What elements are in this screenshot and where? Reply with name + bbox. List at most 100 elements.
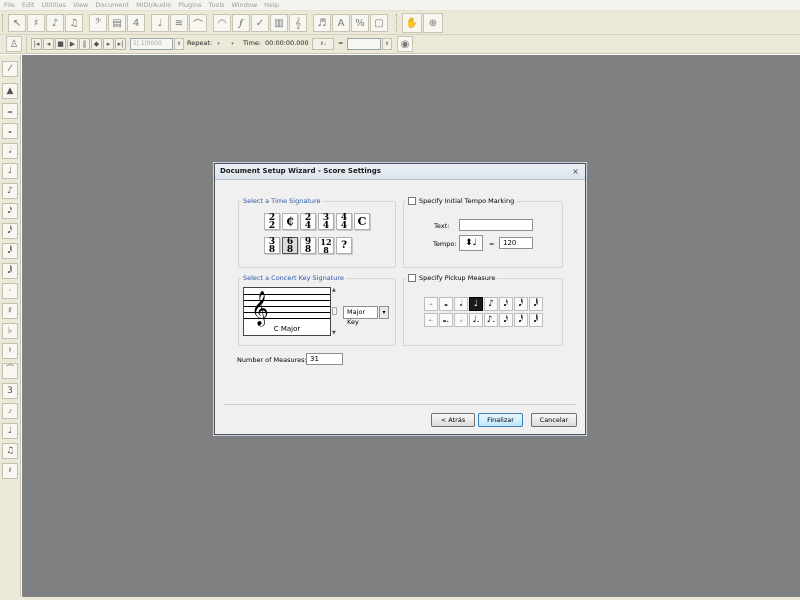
hand-grabber-icon[interactable]: ✋ [402, 13, 422, 33]
selection-tool-icon[interactable]: ↖ [8, 14, 26, 32]
time-signature-6-8[interactable]: 68 [282, 237, 298, 254]
record-icon[interactable]: ◆ [91, 38, 102, 50]
half-note-icon[interactable]: 𝅗𝅥 [2, 143, 18, 159]
font-tool-icon[interactable]: A [332, 14, 350, 32]
expression-tool-icon[interactable]: 𝆑 [232, 14, 250, 32]
back-button[interactable]: < Atrás [431, 413, 475, 427]
page-layout-icon[interactable]: ▢ [370, 14, 388, 32]
whole-note-icon[interactable]: 𝅝 [2, 123, 18, 139]
tempo-beat-unit-icon[interactable]: ⬍♩ [459, 235, 483, 251]
toolbar-grip[interactable] [396, 14, 399, 32]
pickup-sixty-fourth-icon[interactable]: 𝅘𝅥𝅱 [529, 297, 543, 311]
time-signature-2-2[interactable]: 22 [264, 213, 280, 230]
pickup-thirty-second-icon[interactable]: 𝅘𝅥𝅰 [514, 297, 528, 311]
pickup-sixteenth-icon[interactable]: 𝅘𝅥𝅯 [499, 297, 513, 311]
time-signature-12-8[interactable]: 12 8 [318, 237, 334, 254]
sixteenth-note-icon[interactable]: 𝅘𝅥𝅯 [2, 203, 18, 219]
pickup-dotted-double-whole-icon[interactable]: 𝅜. [424, 313, 438, 327]
sixty-fourth-note-icon[interactable]: 𝅘𝅥𝅱 [2, 243, 18, 259]
key-scrollbar[interactable]: ▲ ▼ [332, 287, 338, 336]
zoom-tool-icon[interactable]: ⊕ [423, 13, 443, 33]
flat-icon[interactable]: ♭ [2, 323, 18, 339]
pickup-dotted-half-icon[interactable]: 𝅗𝅥 [454, 313, 468, 327]
menu-edit[interactable]: Edit [22, 0, 35, 11]
pickup-dotted-quarter-icon[interactable]: ♩. [469, 313, 483, 327]
double-whole-note-icon[interactable]: 𝅜 [2, 103, 18, 119]
menu-window[interactable]: Window [232, 0, 258, 11]
measure-counter-spinner-icon[interactable]: ⬍ [174, 38, 184, 50]
fast-forward-icon[interactable]: ▸ [103, 38, 114, 50]
measures-field[interactable]: 31 [306, 353, 343, 365]
menu-plugins[interactable]: Plugins [178, 0, 201, 11]
menu-document[interactable]: Document [95, 0, 129, 11]
scroll-down-icon[interactable]: ▼ [332, 330, 336, 336]
pickup-quarter-icon[interactable]: ♩ [469, 297, 483, 311]
note-mover-icon[interactable]: ♬ [313, 14, 331, 32]
key-signature-tool-icon[interactable]: ▤ [108, 14, 126, 32]
time-signature-common-time[interactable]: C [354, 213, 370, 230]
chord-entry-icon[interactable]: ♫ [2, 443, 18, 459]
forward-to-end-icon[interactable]: ▸| [115, 38, 126, 50]
toolbar-grip[interactable] [26, 37, 29, 52]
natural-icon[interactable]: ♮ [2, 343, 18, 359]
voice-icon[interactable]: ♩ [2, 423, 18, 439]
pickup-double-whole-icon[interactable]: 𝅜 [424, 297, 438, 311]
staff-tool-icon[interactable]: ♯ [27, 14, 45, 32]
rest-icon[interactable]: 𝄽 [2, 463, 18, 479]
pickup-dotted-thirty-second-icon[interactable]: 𝅘𝅥𝅰 [514, 313, 528, 327]
cancel-button[interactable]: Cancelar [531, 413, 577, 427]
pickup-dotted-sixteenth-icon[interactable]: 𝅘𝅥𝅯 [499, 313, 513, 327]
text-tool-icon[interactable]: ▥ [270, 14, 288, 32]
pickup-checkbox[interactable] [408, 274, 416, 282]
finish-button[interactable]: Finalizar [478, 413, 523, 427]
tuplet-entry-icon[interactable]: 3 [2, 383, 18, 399]
quarter-note-icon[interactable]: ♩ [2, 163, 18, 179]
eraser-icon[interactable]: ⁄ [2, 61, 18, 77]
tempo-text-field[interactable] [459, 219, 533, 231]
menu-view[interactable]: View [73, 0, 88, 11]
menu-midi-audio[interactable]: MIDI/Audio [136, 0, 171, 11]
menu-utilities[interactable]: Utilities [41, 0, 65, 11]
close-icon[interactable]: × [570, 166, 581, 176]
scroll-up-icon[interactable]: ▲ [332, 287, 336, 293]
thirty-second-note-icon[interactable]: 𝅘𝅥𝅰 [2, 223, 18, 239]
time-signature-tool-icon[interactable]: 4 [127, 14, 145, 32]
pickup-dotted-eighth-icon[interactable]: ♪. [484, 313, 498, 327]
select-icon[interactable]: ▲ [2, 83, 18, 99]
pickup-dotted-sixty-fourth-icon[interactable]: 𝅘𝅥𝅱 [529, 313, 543, 327]
key-mode-select[interactable]: Major Key [343, 306, 378, 326]
playback-settings-icon[interactable]: ◉ [397, 36, 413, 52]
tie-icon[interactable]: ⁀ [2, 363, 18, 379]
tempo-tap-icon[interactable]: ♙ [6, 36, 22, 52]
measure-tool-icon[interactable]: ♩ [151, 14, 169, 32]
tempo-field[interactable] [347, 38, 381, 50]
repeat-spinner-icon[interactable]: ▾ [228, 38, 237, 50]
menu-help[interactable]: Help [264, 0, 279, 11]
play-icon[interactable]: ▶ [67, 38, 78, 50]
time-signature-cut-time[interactable]: ₵ [282, 213, 298, 230]
dot-icon[interactable]: · [2, 283, 18, 299]
pause-icon[interactable]: ‖ [79, 38, 90, 50]
rewind-icon[interactable]: ◂ [43, 38, 54, 50]
toolbar-grip[interactable] [2, 14, 5, 32]
sharp-icon[interactable]: ♯ [2, 303, 18, 319]
resize-tool-icon[interactable]: % [351, 14, 369, 32]
dialog-title-bar[interactable]: Document Setup Wizard - Score Settings × [215, 164, 585, 180]
tempo-bpm-field[interactable]: 120 [499, 237, 533, 249]
chevron-down-icon[interactable]: ▾ [379, 306, 389, 319]
pickup-half-icon[interactable]: 𝅗𝅥 [454, 297, 468, 311]
eighth-note-icon[interactable]: ♪ [2, 183, 18, 199]
articulation-tool-icon[interactable]: ◠ [213, 14, 231, 32]
simple-entry-icon[interactable]: ♪ [46, 14, 64, 32]
key-signature-staff[interactable]: 𝄞 C Major [243, 287, 331, 336]
clef-tool-icon[interactable]: 𝄢 [89, 14, 107, 32]
128th-note-icon[interactable]: 𝅘𝅥𝅲 [2, 263, 18, 279]
time-signature-other[interactable]: ? [336, 237, 352, 254]
rewind-to-start-icon[interactable]: |◂ [31, 38, 42, 50]
time-signature-4-4[interactable]: 44 [336, 213, 352, 230]
tempo-checkbox[interactable] [408, 197, 416, 205]
pickup-dotted-whole-icon[interactable]: 𝅝. [439, 313, 453, 327]
measure-counter[interactable]: 1| 1|0000 [130, 38, 173, 50]
stop-icon[interactable]: ■ [55, 38, 66, 50]
menu-file[interactable]: File [4, 0, 15, 11]
